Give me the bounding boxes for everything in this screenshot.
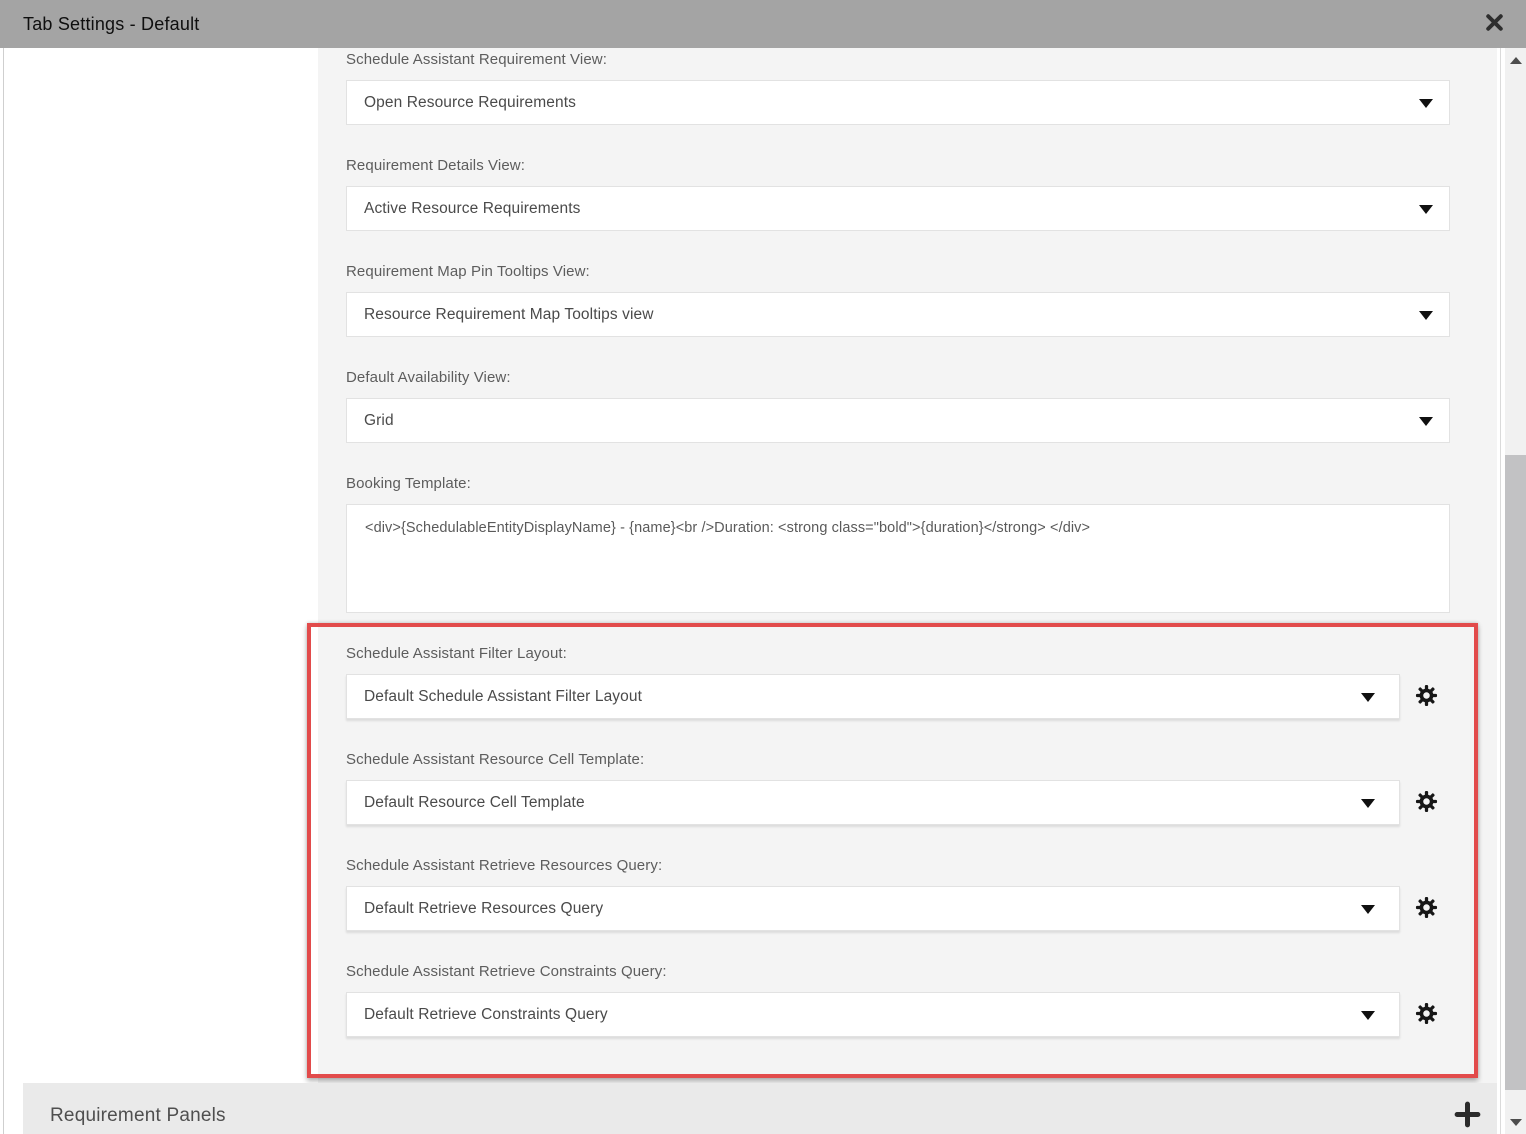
gear-icon	[1415, 684, 1438, 710]
close-button[interactable]	[1480, 10, 1508, 38]
gear-icon	[1415, 790, 1438, 816]
chevron-down-icon	[1361, 1011, 1375, 1020]
chevron-down-icon	[1510, 1119, 1522, 1126]
select-value: Open Resource Requirements	[364, 94, 576, 112]
plus-icon	[1454, 1101, 1481, 1131]
close-icon	[1483, 11, 1506, 37]
select-value: Grid	[364, 412, 394, 430]
field-default-availability-view: Default Availability View: Grid	[346, 368, 1497, 443]
chevron-down-icon	[1419, 99, 1433, 108]
field-schedule-assistant-resource-cell-template: Schedule Assistant Resource Cell Templat…	[346, 750, 1497, 825]
filter-layout-settings-button[interactable]	[1414, 685, 1438, 709]
chevron-down-icon	[1419, 205, 1433, 214]
dialog-titlebar: Tab Settings - Default	[0, 0, 1526, 48]
requirement-panels-header: Requirement Panels	[23, 1083, 1497, 1134]
select-schedule-assistant-filter-layout[interactable]: Default Schedule Assistant Filter Layout	[346, 674, 1400, 719]
field-schedule-assistant-filter-layout: Schedule Assistant Filter Layout: Defaul…	[346, 644, 1497, 719]
dialog-left-border	[3, 48, 4, 1134]
retrieve-constraints-query-settings-button[interactable]	[1414, 1003, 1438, 1027]
select-schedule-assistant-resource-cell-template[interactable]: Default Resource Cell Template	[346, 780, 1400, 825]
select-schedule-assistant-retrieve-constraints-query[interactable]: Default Retrieve Constraints Query	[346, 992, 1400, 1037]
select-value: Resource Requirement Map Tooltips view	[364, 306, 654, 324]
field-label: Requirement Details View:	[346, 156, 1497, 176]
chevron-down-icon	[1361, 693, 1375, 702]
field-label: Schedule Assistant Filter Layout:	[346, 644, 1497, 664]
field-schedule-assistant-retrieve-constraints-query: Schedule Assistant Retrieve Constraints …	[346, 962, 1497, 1037]
field-label: Requirement Map Pin Tooltips View:	[346, 262, 1497, 282]
field-schedule-assistant-retrieve-resources-query: Schedule Assistant Retrieve Resources Qu…	[346, 856, 1497, 931]
chevron-up-icon	[1510, 57, 1522, 64]
chevron-down-icon	[1361, 799, 1375, 808]
dialog-body: Schedule Assistant Requirement View: Ope…	[0, 48, 1526, 1134]
select-value: Default Retrieve Constraints Query	[364, 1006, 608, 1024]
retrieve-resources-query-settings-button[interactable]	[1414, 897, 1438, 921]
dialog-right-border	[1500, 48, 1501, 1134]
chevron-down-icon	[1361, 905, 1375, 914]
requirement-panels-title: Requirement Panels	[50, 1105, 226, 1127]
dialog-title: Tab Settings - Default	[23, 14, 200, 35]
select-value: Default Resource Cell Template	[364, 794, 585, 812]
select-requirement-details-view[interactable]: Active Resource Requirements	[346, 186, 1450, 231]
select-schedule-assistant-retrieve-resources-query[interactable]: Default Retrieve Resources Query	[346, 886, 1400, 931]
tab-settings-form: Schedule Assistant Requirement View: Ope…	[318, 48, 1497, 1083]
select-default-availability-view[interactable]: Grid	[346, 398, 1450, 443]
scroll-up-button[interactable]	[1505, 48, 1526, 72]
field-label: Booking Template:	[346, 474, 1497, 494]
field-label: Schedule Assistant Resource Cell Templat…	[346, 750, 1497, 770]
field-requirement-details-view: Requirement Details View: Active Resourc…	[346, 156, 1497, 231]
chevron-down-icon	[1419, 417, 1433, 426]
field-label: Schedule Assistant Requirement View:	[346, 50, 1497, 70]
select-value: Default Schedule Assistant Filter Layout	[364, 688, 642, 706]
field-label: Schedule Assistant Retrieve Resources Qu…	[346, 856, 1497, 876]
field-label: Schedule Assistant Retrieve Constraints …	[346, 962, 1497, 982]
chevron-down-icon	[1419, 311, 1433, 320]
field-requirement-map-pin-tooltips-view: Requirement Map Pin Tooltips View: Resou…	[346, 262, 1497, 337]
field-schedule-assistant-requirement-view: Schedule Assistant Requirement View: Ope…	[346, 50, 1497, 125]
scroll-down-button[interactable]	[1505, 1110, 1526, 1134]
gear-icon	[1415, 896, 1438, 922]
field-booking-template: Booking Template: <div>{SchedulableEntit…	[346, 474, 1497, 613]
resource-cell-template-settings-button[interactable]	[1414, 791, 1438, 815]
field-label: Default Availability View:	[346, 368, 1497, 388]
gear-icon	[1415, 1002, 1438, 1028]
select-value: Active Resource Requirements	[364, 200, 580, 218]
add-requirement-panel-button[interactable]	[1452, 1101, 1482, 1131]
booking-template-input[interactable]: <div>{SchedulableEntityDisplayName} - {n…	[346, 504, 1450, 613]
select-requirement-map-pin-tooltips-view[interactable]: Resource Requirement Map Tooltips view	[346, 292, 1450, 337]
select-value: Default Retrieve Resources Query	[364, 900, 603, 918]
scrollbar-thumb[interactable]	[1505, 455, 1526, 1090]
vertical-scrollbar[interactable]	[1505, 48, 1526, 1134]
select-schedule-assistant-requirement-view[interactable]: Open Resource Requirements	[346, 80, 1450, 125]
